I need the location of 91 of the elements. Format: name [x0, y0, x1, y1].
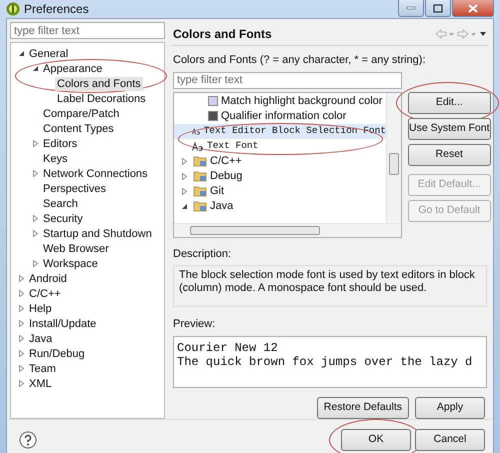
folder-icon	[193, 185, 207, 197]
expanded-arrow-icon[interactable]	[32, 65, 38, 72]
collapsed-arrow-icon[interactable]	[32, 260, 38, 267]
tree-item[interactable]: Compare/Patch	[41, 106, 122, 120]
list-item[interactable]: C/C++	[174, 154, 386, 168]
list-item[interactable]: Text Font	[174, 138, 386, 154]
tree-item[interactable]: Search	[41, 196, 80, 210]
app-icon	[6, 2, 20, 16]
filter-label: Colors and Fonts (? = any character, * = any string):	[173, 53, 427, 68]
preview-label: Preview:	[173, 317, 216, 332]
tree-item[interactable]: Java	[27, 332, 54, 346]
dialog-button[interactable]: Edit...	[408, 92, 491, 114]
expanded-arrow-icon[interactable]	[18, 50, 24, 57]
tree-item[interactable]: Android	[27, 272, 69, 286]
description-label: Description:	[173, 246, 232, 262]
vertical-scrollbar[interactable]	[386, 92, 401, 222]
dialog-button[interactable]: Reset	[408, 144, 491, 166]
window-title: Preferences	[24, 1, 89, 18]
maximize-button[interactable]	[425, 0, 451, 17]
tree-item[interactable]: Security	[41, 212, 85, 226]
font-icon	[192, 126, 201, 136]
close-button[interactable]	[452, 0, 494, 17]
tree-item[interactable]: Editors	[41, 136, 80, 150]
collapsed-arrow-icon[interactable]	[180, 158, 188, 164]
list-item[interactable]: Git	[174, 184, 386, 198]
list-item[interactable]: Java	[174, 198, 386, 214]
minimize-icon	[406, 6, 416, 10]
tree-item[interactable]: Install/Update	[27, 316, 98, 330]
item-label: Text Font	[207, 138, 258, 153]
preview-line: The quick brown fox jumps over the lazy d	[177, 354, 474, 368]
filter-field[interactable]: type filter text	[10, 22, 165, 39]
help-icon[interactable]	[19, 431, 37, 449]
tree-item[interactable]: General	[27, 46, 70, 60]
collapsed-arrow-icon[interactable]	[32, 215, 38, 222]
expanded-arrow-icon[interactable]	[180, 202, 188, 210]
font-icon	[192, 142, 204, 150]
list-item[interactable]: Text Editor Block Selection Font	[174, 124, 386, 138]
collapsed-arrow-icon[interactable]	[18, 335, 24, 342]
collapsed-arrow-icon[interactable]	[32, 170, 38, 177]
collapsed-arrow-icon[interactable]	[18, 320, 24, 327]
preview-line: Courier New 12	[177, 340, 279, 354]
tree-item[interactable]: Help	[27, 302, 54, 316]
dialog-button[interactable]: Apply	[415, 396, 485, 418]
tree-item[interactable]: Label Decorations	[55, 92, 148, 106]
collapsed-arrow-icon[interactable]	[18, 290, 24, 297]
collapsed-arrow-icon[interactable]	[32, 140, 38, 147]
tree-item[interactable]: XML	[27, 376, 54, 390]
collapsed-arrow-icon[interactable]	[18, 275, 24, 282]
tree-item[interactable]: Network Connections	[41, 166, 150, 180]
tree-item[interactable]: C/C++	[27, 286, 63, 300]
item-label: Debug	[210, 168, 242, 184]
collapsed-arrow-icon[interactable]	[32, 230, 38, 237]
item-label: Git	[210, 184, 224, 199]
dialog-button[interactable]: Restore Defaults	[316, 396, 409, 418]
collapsed-arrow-icon[interactable]	[180, 172, 188, 180]
dialog-button[interactable]: Cancel	[415, 429, 485, 451]
item-label: Java	[210, 198, 234, 214]
folder-icon	[193, 155, 207, 167]
navigation-arrows-icon[interactable]	[435, 28, 487, 38]
folder-icon	[193, 170, 207, 182]
tree-item[interactable]: Run/Debug	[27, 346, 87, 360]
list-item[interactable]: Qualifier information color	[174, 108, 386, 124]
tree-item[interactable]: Perspectives	[41, 182, 108, 196]
filter-field[interactable]: type filter text	[173, 72, 402, 88]
list-item[interactable]: Debug	[174, 168, 386, 184]
tree-item[interactable]: Workspace	[41, 256, 100, 270]
tree-item[interactable]: Appearance	[41, 62, 104, 76]
folder-icon	[193, 200, 207, 212]
item-label: Text Editor Block Selection Font	[204, 124, 386, 138]
tree-item[interactable]: Keys	[41, 152, 70, 166]
item-label: C/C++	[210, 154, 242, 169]
tree-item[interactable]: Startup and Shutdown	[41, 226, 154, 240]
dialog-button[interactable]: Use System Font	[408, 118, 491, 140]
item-label: Qualifier information color	[221, 108, 346, 124]
collapsed-arrow-icon[interactable]	[180, 188, 188, 194]
page-title: Colors and Fonts	[173, 26, 272, 42]
maximize-icon	[433, 4, 443, 12]
item-label: Match highlight background color	[221, 94, 382, 109]
collapsed-arrow-icon[interactable]	[18, 380, 24, 387]
tree-item[interactable]: Content Types	[41, 122, 116, 136]
collapsed-arrow-icon[interactable]	[18, 350, 24, 357]
tree-item[interactable]: Team	[27, 362, 58, 376]
dialog-button[interactable]: OK	[341, 429, 411, 451]
tree-item[interactable]: Colors and Fonts	[55, 76, 143, 90]
description-text: The block selection mode font is used by text editors in block (column) mode. A monospace font should be used.	[179, 269, 475, 294]
horizontal-scrollbar[interactable]	[174, 222, 401, 236]
close-icon	[468, 4, 478, 12]
collapsed-arrow-icon[interactable]	[18, 365, 24, 372]
list-item[interactable]: Match highlight background color	[174, 94, 386, 108]
tree-item[interactable]: Web Browser	[41, 242, 111, 256]
collapsed-arrow-icon[interactable]	[18, 305, 24, 312]
